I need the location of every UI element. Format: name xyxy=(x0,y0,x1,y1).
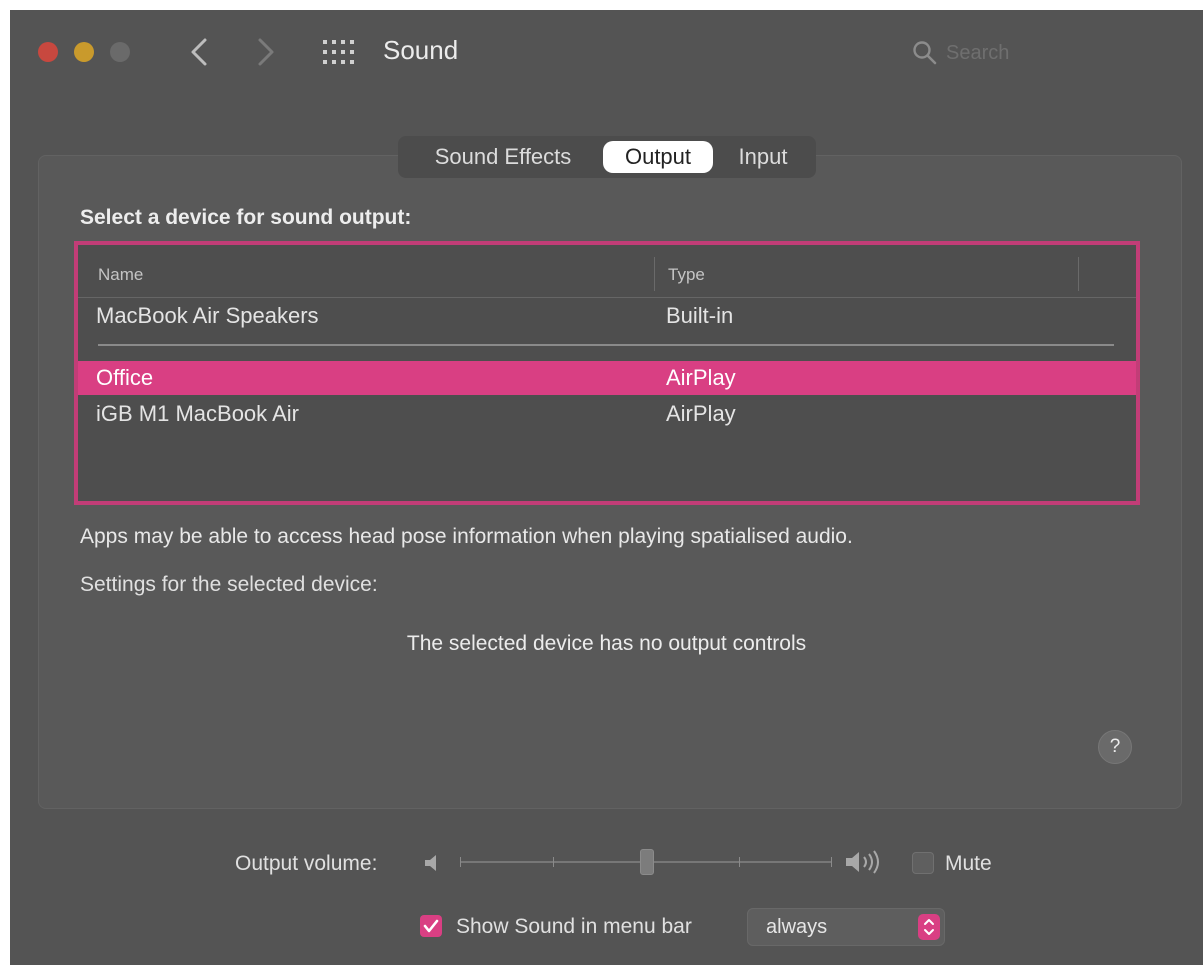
output-device-heading: Select a device for sound output: xyxy=(80,206,412,229)
header-divider xyxy=(78,297,1136,298)
mute-label: Mute xyxy=(945,852,992,875)
tab-sound-effects[interactable]: Sound Effects xyxy=(418,141,588,173)
chevron-left-icon xyxy=(191,38,207,66)
chevron-right-icon xyxy=(258,38,274,66)
sound-preferences-window: Sound Sound Effects Output Input Select … xyxy=(10,10,1203,965)
table-row[interactable]: MacBook Air Speakers Built-in xyxy=(78,299,1136,333)
zoom-window-button[interactable] xyxy=(110,42,130,62)
group-divider xyxy=(98,344,1114,346)
show-in-menu-bar-checkbox[interactable] xyxy=(420,915,442,937)
menu-bar-mode-popup[interactable]: always xyxy=(747,908,945,946)
mute-checkbox[interactable] xyxy=(912,852,934,874)
tab-input[interactable]: Input xyxy=(728,141,798,173)
show-all-button[interactable] xyxy=(322,39,356,65)
forward-button[interactable] xyxy=(250,34,280,70)
slider-knob[interactable] xyxy=(640,849,654,875)
device-type: Built-in xyxy=(666,303,734,328)
search-icon xyxy=(913,41,937,65)
column-header-type[interactable]: Type xyxy=(668,265,705,285)
device-name: Office xyxy=(96,365,154,390)
output-volume-slider[interactable] xyxy=(460,849,832,875)
column-divider xyxy=(1078,257,1079,291)
speaker-low-icon xyxy=(425,855,436,871)
search-field[interactable] xyxy=(912,38,1062,68)
title-bar: Sound xyxy=(10,10,1203,100)
tab-bar: Sound Effects Output Input xyxy=(398,136,816,178)
output-volume-label: Output volume: xyxy=(235,852,378,875)
device-type: AirPlay xyxy=(666,365,736,390)
close-window-button[interactable] xyxy=(38,42,58,62)
popup-selected-value: always xyxy=(766,916,828,938)
table-row[interactable]: iGB M1 MacBook Air AirPlay xyxy=(78,397,1136,431)
device-settings-label: Settings for the selected device: xyxy=(80,573,378,596)
slider-tick xyxy=(831,857,832,867)
output-device-table: Name Type MacBook Air Speakers Built-in … xyxy=(74,241,1140,505)
column-divider xyxy=(654,257,655,291)
help-button[interactable]: ? xyxy=(1098,730,1132,764)
updown-arrows-icon xyxy=(918,914,940,940)
speaker-high-icon xyxy=(846,850,879,874)
slider-tick xyxy=(739,857,740,867)
device-type: AirPlay xyxy=(666,401,736,426)
slider-tick xyxy=(460,857,461,867)
table-row-selected[interactable]: Office AirPlay xyxy=(78,361,1136,395)
no-controls-message: The selected device has no output contro… xyxy=(406,632,807,655)
grid-icon xyxy=(323,40,354,64)
tab-output[interactable]: Output xyxy=(603,141,713,173)
show-in-menu-bar-label: Show Sound in menu bar xyxy=(456,915,692,938)
minimize-window-button[interactable] xyxy=(74,42,94,62)
back-button[interactable] xyxy=(185,34,215,70)
device-name: MacBook Air Speakers xyxy=(96,303,319,328)
device-name: iGB M1 MacBook Air xyxy=(96,401,299,426)
window-title: Sound xyxy=(383,35,459,65)
checkmark-icon xyxy=(423,919,439,933)
search-input[interactable] xyxy=(946,38,1056,68)
spatial-audio-note: Apps may be able to access head pose inf… xyxy=(80,525,853,548)
slider-tick xyxy=(553,857,554,867)
column-header-name[interactable]: Name xyxy=(98,265,143,285)
